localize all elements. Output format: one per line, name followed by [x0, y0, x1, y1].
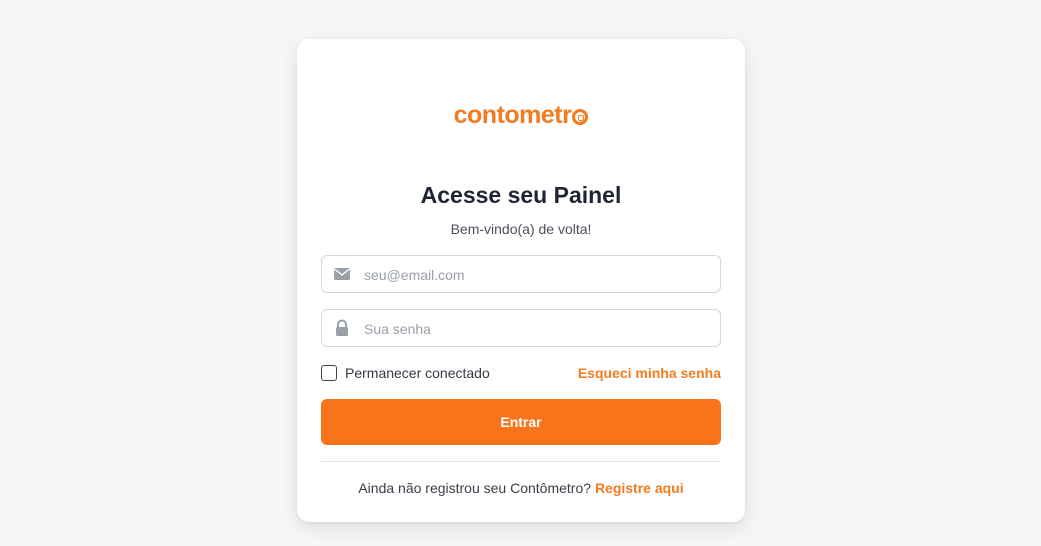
page-title: Acesse seu Painel — [420, 182, 622, 208]
contometro-logo: contometr — [297, 100, 745, 130]
envelope-icon — [334, 268, 350, 280]
password-field[interactable] — [321, 309, 721, 348]
register-text: Ainda não registrou seu Contômetro? — [358, 480, 592, 496]
page-subtitle: Bem-vindo(a) de volta! — [450, 221, 592, 237]
divider — [321, 461, 721, 462]
camera-o-icon — [572, 109, 589, 125]
login-button[interactable]: Entrar — [321, 399, 721, 445]
remember-checkbox[interactable] — [321, 365, 337, 381]
remember-me[interactable]: Permanecer conectado — [321, 364, 490, 382]
login-card: contometr Acesse seu Painel Bem-vindo(a)… — [297, 39, 745, 522]
logo-text: contometr — [453, 100, 572, 129]
remember-label[interactable]: Permanecer conectado — [345, 365, 490, 381]
register-prompt: Ainda não registrou seu Contômetro? Regi… — [297, 480, 745, 496]
register-link[interactable]: Registre aqui — [595, 480, 684, 496]
lock-icon — [336, 319, 348, 336]
password-input[interactable] — [362, 310, 716, 348]
email-input[interactable] — [362, 256, 716, 294]
forgot-password-link[interactable]: Esqueci minha senha — [578, 365, 721, 381]
email-field[interactable] — [321, 255, 721, 294]
